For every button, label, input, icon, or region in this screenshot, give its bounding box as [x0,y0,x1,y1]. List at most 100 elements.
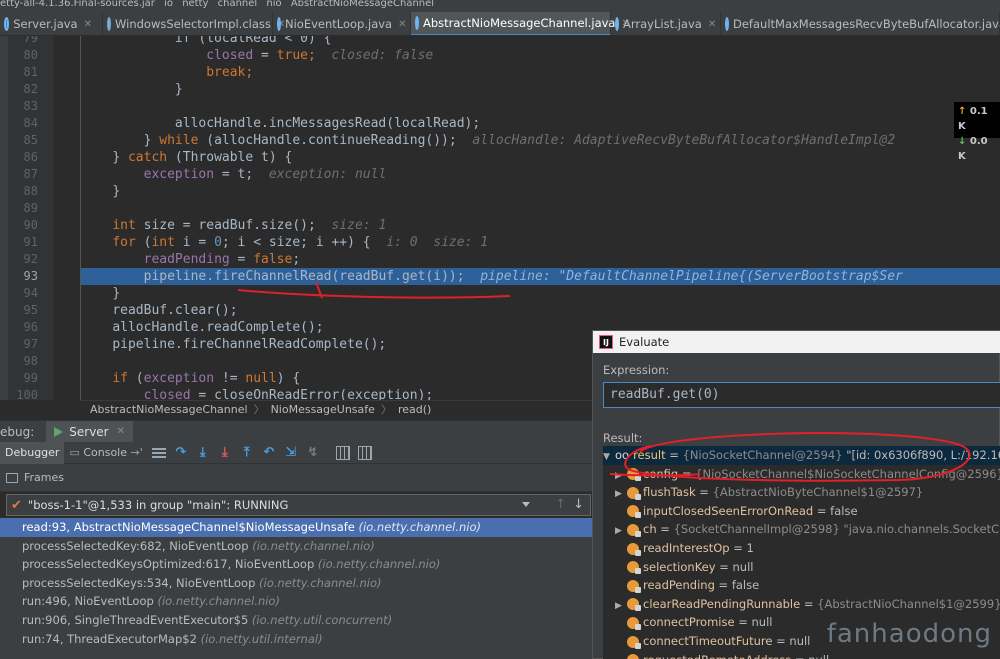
line-number: 95 [23,303,38,317]
tab-console[interactable]: ▭ Console →' [64,442,147,464]
tab-nioeventloop[interactable]: NioEventLoop.java ✕ [273,12,411,35]
result-field[interactable]: ▶ config = {NioSocketChannel$NioSocketCha… [603,465,1000,484]
close-icon[interactable]: ✕ [117,426,125,437]
result-field[interactable]: requestedRemoteAddress = null [603,651,1000,659]
show-execution-point-icon[interactable] [151,447,166,458]
drop-frame-icon[interactable]: ↶ [262,445,276,460]
line-number: 80 [23,48,38,62]
code-line: closed = true; closed: false [206,48,434,63]
result-field[interactable]: ▶ clearReadPendingRunnable = {AbstractNio… [603,595,1000,614]
step-into-icon[interactable]: ⤓ [196,445,210,460]
stack-frame[interactable]: processSelectedKeysOptimized:617, NioEve… [0,555,600,574]
path-segment[interactable]: AbstractNioMessageChannel [291,0,434,9]
tab-windowsselectorimpl[interactable]: WindowsSelectorImpl.class ✕ [103,12,285,35]
path-segment[interactable]: io [164,0,173,9]
line-number: 89 [23,201,38,215]
evaluate-dialog: IJ Evaluate Expression: readBuf.get(0) R… [592,330,1000,659]
code-line: allocHandle.incMessagesRead(localRead); [174,116,481,131]
line-number: 96 [23,320,38,334]
result-field[interactable]: inputClosedSeenErrorOnRead = false [603,502,1000,521]
result-label: Result: [603,431,643,445]
code-line: } [112,184,121,199]
inline-debug-value: exception: null [268,167,387,182]
result-field[interactable]: readInterestOp = 1 [603,539,1000,558]
close-icon[interactable]: ✕ [708,19,716,30]
breadcrumb-item[interactable]: AbstractNioMessageChannel [90,403,248,416]
upload-arrow-icon: ↑ [958,106,967,117]
line-number: 98 [23,354,38,368]
tab-label: AbstractNioMessageChannel.java [423,16,616,30]
trace-icon[interactable]: ↯ [306,445,320,460]
result-root-node[interactable]: ▼ oo result = {NioSocketChannel@2594} "[id… [603,446,1000,465]
line-number-current: 93 [23,269,38,283]
inline-debug-value: i: 0 size: 1 [386,235,489,250]
force-step-into-icon[interactable]: ⤓ [218,445,232,460]
field-icon [627,635,641,649]
result-field[interactable]: selectionKey = null [603,558,1000,577]
path-segment[interactable]: netty [182,0,208,9]
java-class-icon [415,16,419,30]
code-line: exception = t; exception: null [143,167,387,182]
line-number: 100 [16,388,38,400]
step-out-icon[interactable]: ⤒ [240,445,254,460]
field-icon [627,598,641,612]
field-icon [627,468,641,482]
restore-layout-icon[interactable] [357,445,372,460]
path-segment[interactable]: channel [218,0,258,9]
stack-frame[interactable]: run:906, SingleThreadEventExecutor$5 (io… [0,611,600,630]
tab-label: WindowsSelectorImpl.class [115,17,271,31]
thread-label: "boss-1-1"@1,533 in group "main": RUNNIN… [27,498,289,512]
inline-debug-value: size: 1 [331,218,387,233]
previous-frame-icon[interactable]: ↑ [555,497,566,512]
result-field[interactable]: ▶ flushTask = {AbstractNioByteChannel$1@2… [603,483,1000,502]
close-icon[interactable]: ✕ [398,19,406,30]
thread-selector[interactable]: ✔ "boss-1-1"@1,533 in group "main": RUNN… [6,494,591,516]
code-line: } catch (Throwable t) { [112,150,293,165]
expression-input[interactable]: readBuf.get(0) [603,382,1000,408]
tab-abstractniomessagechannel[interactable]: AbstractNioMessageChannel.java ✕ [411,12,630,35]
code-line: int size = readBuf.size(); size: 1 [112,218,387,233]
result-field[interactable]: readPending = false [603,576,1000,595]
tab-label: NioEventLoop.java [285,17,393,31]
stack-frame[interactable]: read:93, AbstractNioMessageChannel$NioMe… [0,518,600,537]
debug-toolbar: Debugger ▭ Console →' ↷ ⤓ ⤓ ⤒ ↶ ⇲ ↯ [0,441,600,464]
breadcrumb-item[interactable]: NioMessageUnsafe [271,403,375,416]
path-segment[interactable]: etty-all-4.1.36.Final-sources.jar [0,0,155,9]
run-to-cursor-icon[interactable]: ⇲ [284,445,298,460]
field-icon [627,561,641,575]
close-icon[interactable]: ✕ [84,19,92,30]
breadcrumb-item[interactable]: read() [398,403,431,416]
line-number-gutter[interactable]: 79 80 81 82 83 84 85 86 87 88 89 90 91 9… [8,36,53,400]
editor-tab-bar: Server.java ✕ WindowsSelectorImpl.class ✕ … [0,12,1000,36]
evaluate-expression-icon[interactable] [335,445,350,460]
line-number: 94 [23,286,38,300]
stack-frame[interactable]: processSelectedKey:682, NioEventLoop (io… [0,537,600,556]
java-class-icon [277,17,281,31]
line-number: 91 [23,235,38,249]
tab-debugger[interactable]: Debugger [0,441,65,464]
tab-defaultmaxmessages[interactable]: DefaultMaxMessagesRecvByteBufAllocator.j… [721,12,1000,35]
tab-console-label: Console [83,445,128,459]
step-over-icon[interactable]: ↷ [174,445,188,460]
line-number: 97 [23,337,38,351]
evaluate-title-bar[interactable]: IJ Evaluate [593,331,1000,353]
tab-arraylist[interactable]: ArrayList.java ✕ [611,12,721,35]
chevron-down-icon[interactable] [522,502,530,507]
tab-server-java[interactable]: Server.java ✕ [0,12,103,35]
stack-frame[interactable]: run:496, NioEventLoop (io.netty.channel.… [0,592,600,611]
thread-running-icon: ✔ [11,497,22,513]
next-frame-icon[interactable]: ↓ [573,497,584,512]
run-config-tab-server[interactable]: Server ✕ [46,420,134,443]
download-arrow-icon: ↓ [958,136,967,147]
tab-label: DefaultMaxMessagesRecvByteBufAllocator.j… [733,17,1000,31]
path-segment[interactable]: nio [266,0,281,9]
result-field[interactable]: ▶ ch = {SocketChannelImpl@2598} "java.nio… [603,520,1000,539]
stack-frame[interactable]: processSelectedKeys:534, NioEventLoop (i… [0,574,600,593]
field-icon [627,616,641,630]
stack-frame[interactable]: run:74, ThreadExecutorMap$2 (io.netty.ut… [0,630,600,649]
frames-header: Frames [0,464,600,492]
field-icon [627,505,641,519]
tab-label: ArrayList.java [623,17,702,31]
line-number: 86 [23,150,38,164]
field-icon [627,523,641,537]
